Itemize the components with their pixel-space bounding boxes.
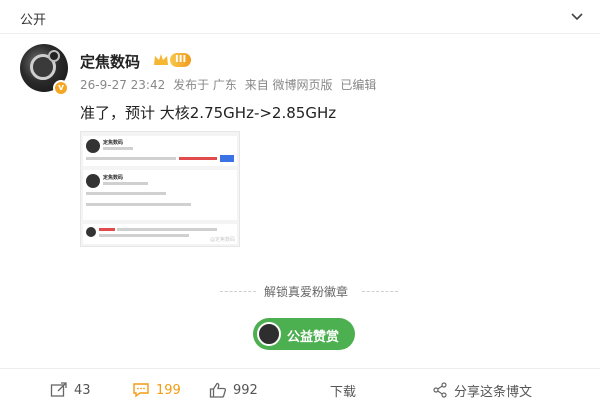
- image-card-avatar: [86, 227, 96, 237]
- reward-avatar: [257, 322, 281, 346]
- image-card-avatar: [86, 174, 100, 188]
- image-card-line: [86, 203, 191, 206]
- divider-line-left: [220, 291, 256, 292]
- share-icon: [433, 382, 447, 398]
- image-card-line: [103, 147, 133, 150]
- image-card-1: 定焦数码: [83, 136, 237, 166]
- crown-icon: [154, 54, 168, 65]
- post-time[interactable]: 26-9-27 23:42: [80, 78, 165, 92]
- author-name[interactable]: 定焦数码: [80, 51, 140, 72]
- repost-count: 43: [74, 382, 91, 398]
- comment-button[interactable]: 199: [132, 381, 181, 399]
- post-edited[interactable]: 已编辑: [340, 78, 376, 92]
- fan-level-badge[interactable]: III: [170, 53, 192, 67]
- chevron-down-icon[interactable]: [570, 10, 584, 24]
- divider-line-right: [362, 291, 398, 292]
- thumbs-up-icon: [209, 382, 227, 398]
- image-card-line: [86, 157, 176, 160]
- repost-button[interactable]: 43: [50, 381, 91, 399]
- visibility-label: 公开: [20, 13, 47, 28]
- post-location: 发布于 广东: [173, 78, 237, 92]
- image-card-line: [86, 192, 166, 195]
- camera-lens-small-graphic: [48, 50, 60, 62]
- action-bar: 43 199 992 下载 分享这条博文: [0, 368, 600, 403]
- image-card-line: [99, 228, 115, 231]
- download-button[interactable]: 下载: [330, 381, 357, 400]
- comment-icon: [133, 383, 149, 398]
- post-text: 准了，预计 大核2.75GHz->2.85GHz: [80, 104, 337, 122]
- like-count: 992: [233, 382, 258, 398]
- reward-button[interactable]: 公益赞赏: [253, 318, 355, 350]
- post-image[interactable]: 定焦数码 定焦数码 @定焦数码: [80, 131, 240, 247]
- post-source: 来自 微博网页版: [244, 78, 333, 92]
- post-meta: 26-9-27 23:42 发布于 广东 来自 微博网页版 已编辑: [80, 76, 380, 93]
- verified-icon: v: [53, 80, 69, 96]
- reward-label: 公益赞赏: [287, 330, 340, 345]
- image-card-author: 定焦数码: [103, 175, 124, 181]
- image-card-2: 定焦数码: [83, 170, 237, 220]
- fan-badge-divider: 解锁真爱粉徽章: [210, 283, 510, 299]
- post-header-bar: 公开: [0, 0, 600, 34]
- share-button[interactable]: 分享这条博文: [432, 381, 533, 400]
- repost-icon: [50, 382, 67, 397]
- image-watermark: @定焦数码: [209, 237, 235, 243]
- comment-count: 199: [156, 382, 181, 398]
- image-card-line: [179, 157, 217, 160]
- fan-badge-label[interactable]: 解锁真爱粉徽章: [264, 283, 348, 300]
- share-label: 分享这条博文: [454, 384, 533, 400]
- image-card-line: [103, 182, 148, 185]
- image-card-author: 定焦数码: [103, 140, 124, 146]
- image-card-highlight: [220, 155, 234, 162]
- image-card-line: [99, 234, 189, 237]
- image-card-line: [117, 228, 217, 231]
- download-label: 下载: [330, 384, 357, 400]
- like-button[interactable]: 992: [209, 381, 258, 399]
- image-card-avatar: [86, 139, 100, 153]
